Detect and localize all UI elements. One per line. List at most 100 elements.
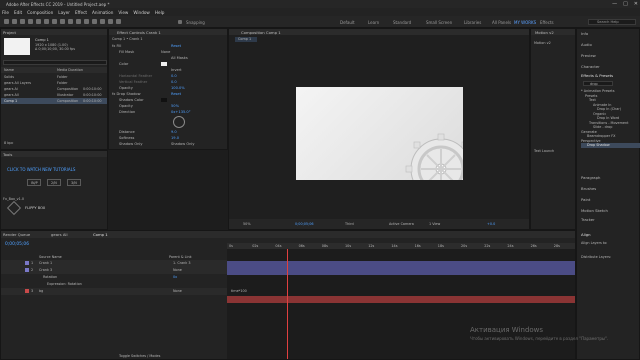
workspace-my-works[interactable]: MY WORKS xyxy=(514,20,536,25)
menu-window[interactable]: Window xyxy=(133,10,150,15)
effect-value[interactable]: 0.0 xyxy=(171,80,177,84)
gears-all-tab[interactable]: gears All xyxy=(51,232,68,237)
effect-checkbox-label[interactable]: Invert xyxy=(171,68,182,72)
layer-label-color[interactable] xyxy=(25,268,29,272)
workspace-all-panels[interactable]: All Panels xyxy=(492,20,511,25)
current-time-indicator[interactable] xyxy=(287,249,288,359)
direction-dial-icon[interactable] xyxy=(173,116,185,128)
script-button-1[interactable]: IN/P xyxy=(27,179,41,186)
composition-tab[interactable]: Composition Comp 1 xyxy=(241,30,281,35)
col-source-name[interactable]: Source Name xyxy=(39,255,62,259)
expression-text[interactable]: time*100 xyxy=(231,289,247,293)
col-parent-link[interactable]: Parent & Link xyxy=(169,255,192,259)
time-ruler[interactable]: 0s 02s 04s 06s 08s 10s 12s 14s 16s 18s 20s 22s 24s 26… xyxy=(227,243,575,249)
clone-tool-icon[interactable] xyxy=(92,19,97,24)
magnification-dropdown[interactable]: 50% xyxy=(243,222,251,226)
table-row[interactable]: 1 Crank 1 1. Crank 3 xyxy=(1,260,227,267)
pen-tool-icon[interactable] xyxy=(68,19,73,24)
effect-reset-link[interactable]: Reset xyxy=(171,92,181,96)
menu-animation[interactable]: Animation xyxy=(92,10,113,15)
views-dropdown[interactable]: 1 View xyxy=(429,222,440,226)
layer-label-color[interactable] xyxy=(25,289,29,293)
script-button-2[interactable]: 2/N xyxy=(47,179,61,186)
effects-presets-tab[interactable]: Effects & Presets xyxy=(581,73,613,78)
motion-sketch-tab[interactable]: Motion Sketch xyxy=(581,208,608,213)
tracker-tab[interactable]: Tracker xyxy=(581,217,595,222)
align-tab[interactable]: Align xyxy=(581,232,591,237)
effect-value[interactable]: 0.0 xyxy=(171,74,177,78)
project-tab[interactable]: Project xyxy=(3,30,16,35)
move-arrows-icon[interactable] xyxy=(6,200,22,216)
home-icon[interactable] xyxy=(4,19,9,24)
layer-label-color[interactable] xyxy=(25,261,29,265)
timeline-timecode[interactable]: 0;00;05;06 xyxy=(5,242,29,247)
bit-depth-label[interactable]: 8 bpc xyxy=(4,141,13,145)
type-tool-icon[interactable] xyxy=(76,19,81,24)
pan-behind-tool-icon[interactable] xyxy=(52,19,57,24)
brushes-tab[interactable]: Brushes xyxy=(581,186,596,191)
search-help-input[interactable]: Search Help xyxy=(588,19,636,25)
effect-row[interactable]: Shadow Only Shadow Only xyxy=(109,141,227,147)
effect-value[interactable]: 50% xyxy=(171,104,179,108)
table-row[interactable]: Rotation 0x xyxy=(1,274,227,281)
menu-composition[interactable]: Composition xyxy=(27,10,53,15)
menu-view[interactable]: View xyxy=(118,10,128,15)
rectangle-tool-icon[interactable] xyxy=(60,19,65,24)
maximize-icon[interactable]: □ xyxy=(623,1,628,7)
paragraph-tab[interactable]: Paragraph xyxy=(581,175,600,180)
workspace-learn[interactable]: Learn xyxy=(368,20,379,25)
comp-timecode[interactable]: 0;00;05;06 xyxy=(295,222,314,226)
comp-sub-tab[interactable]: Comp 1 xyxy=(235,37,257,42)
list-item-selected[interactable]: Comp 1 Composition 0:00:10:00 xyxy=(1,98,107,104)
preview-tab[interactable]: Preview xyxy=(581,53,596,58)
project-search-input[interactable] xyxy=(3,60,107,65)
color-swatch[interactable] xyxy=(161,62,167,66)
workspace-standard[interactable]: Standard xyxy=(393,20,411,25)
col-name[interactable]: Name xyxy=(4,68,14,72)
table-row[interactable]: Expression: Rotation xyxy=(1,281,227,288)
menu-edit[interactable]: Edit xyxy=(14,10,22,15)
character-tab[interactable]: Character xyxy=(581,64,600,69)
comp-1-timeline-tab[interactable]: Comp 1 xyxy=(93,232,108,237)
effect-controls-tab[interactable]: Effect Controls Crank 1 xyxy=(117,30,161,35)
menu-layer[interactable]: Layer xyxy=(58,10,70,15)
effect-checkbox-label[interactable]: Shadow Only xyxy=(171,142,195,146)
layer-parent[interactable]: 1. Crank 3 xyxy=(173,261,191,265)
motion-tab[interactable]: Motion v2 xyxy=(535,30,554,35)
paint-tab[interactable]: Paint xyxy=(581,197,590,202)
workspace-effects[interactable]: Effects xyxy=(540,20,554,25)
table-row[interactable]: 2 Crank 3 None xyxy=(1,267,227,274)
effect-value[interactable]: 0x+135.0° xyxy=(171,110,191,114)
color-swatch[interactable] xyxy=(161,98,167,102)
minimize-icon[interactable]: — xyxy=(612,1,617,7)
table-row[interactable]: 3 bg None xyxy=(1,288,227,295)
hand-tool-icon[interactable] xyxy=(20,19,25,24)
layer-bar-bg[interactable] xyxy=(227,296,575,303)
effect-value[interactable]: 100.0% xyxy=(171,86,185,90)
effect-dropdown[interactable]: None xyxy=(161,50,170,54)
camera-dropdown[interactable]: Active Camera xyxy=(389,222,414,226)
puppet-tool-icon[interactable] xyxy=(116,19,121,24)
selection-tool-icon[interactable] xyxy=(12,19,17,24)
tools-tab[interactable]: Tools xyxy=(3,152,12,157)
script-button-3[interactable]: 3/N xyxy=(67,179,81,186)
rotate-tool-icon[interactable] xyxy=(36,19,41,24)
menu-file[interactable]: File xyxy=(2,10,9,15)
effect-value[interactable]: 9.0 xyxy=(171,130,177,134)
layer-name[interactable]: bg xyxy=(39,289,43,293)
timeline-track-area[interactable]: time*100 xyxy=(227,243,575,359)
toggle-switches-modes[interactable]: Toggle Switches / Modes xyxy=(119,354,160,358)
audio-tab[interactable]: Audio xyxy=(581,42,592,47)
workspace-default[interactable]: Default xyxy=(340,20,355,25)
menu-effect[interactable]: Effect xyxy=(75,10,87,15)
eraser-tool-icon[interactable] xyxy=(100,19,105,24)
camera-tool-icon[interactable] xyxy=(44,19,49,24)
info-tab[interactable]: Info xyxy=(581,31,588,36)
effects-search-input[interactable]: drop xyxy=(583,81,613,86)
property-value[interactable]: 0x xyxy=(173,275,177,279)
brush-tool-icon[interactable] xyxy=(84,19,89,24)
comp-canvas[interactable] xyxy=(296,87,463,180)
exposure-value[interactable]: +0.0 xyxy=(487,222,495,226)
close-icon[interactable]: ✕ xyxy=(634,1,638,7)
workspace-small-screen[interactable]: Small Screen xyxy=(426,20,452,25)
